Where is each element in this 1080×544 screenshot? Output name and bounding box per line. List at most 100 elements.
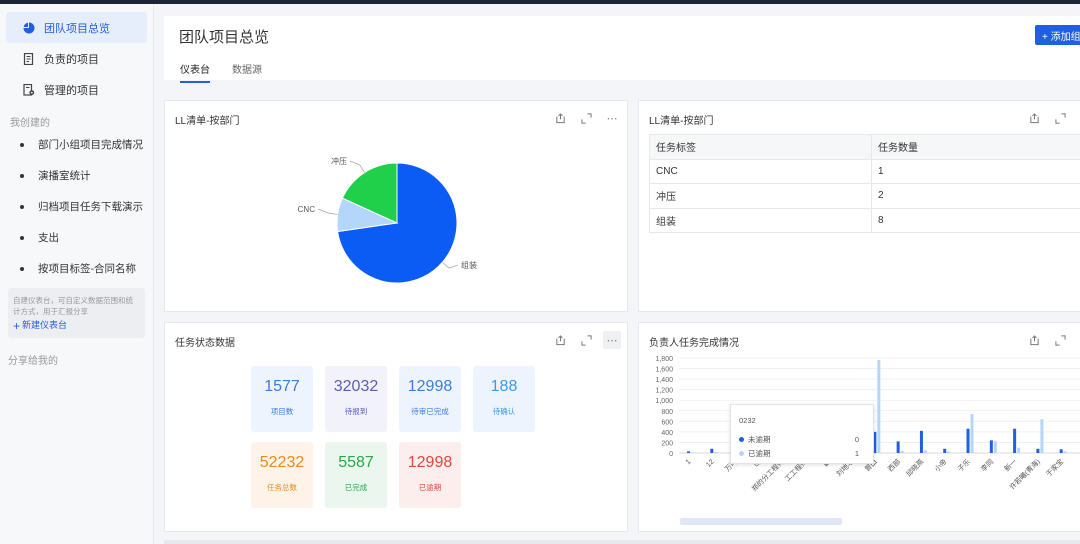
sidebar-item-managed-projects[interactable]: 管理的项目	[6, 74, 147, 105]
sidebar-dashboard-item[interactable]: 按项目标签-合同名称	[0, 253, 153, 284]
chart-scrollbar[interactable]	[680, 518, 842, 525]
status-tile[interactable]: 1577 项目数	[251, 366, 313, 432]
bar-overdue[interactable]	[970, 413, 974, 453]
fullscreen-icon[interactable]	[1051, 331, 1069, 349]
bar-overdue[interactable]	[900, 450, 904, 453]
fullscreen-icon[interactable]	[1051, 109, 1069, 127]
bullet-icon	[20, 266, 24, 271]
export-icon[interactable]	[1025, 331, 1043, 349]
bar-not-overdue[interactable]	[919, 430, 923, 453]
tooltip-row: 已逾期 1	[739, 448, 859, 459]
status-tile[interactable]: 12998 待审已完成	[399, 366, 461, 432]
page-header: 团队项目总览 仪表台 数据源 + 添加组件	[164, 16, 1080, 83]
export-icon[interactable]	[551, 331, 569, 349]
y-tick-label: 1,800	[655, 356, 673, 363]
x-tick-label: 西部	[886, 457, 902, 473]
tooltip-row-value: 0	[854, 435, 859, 444]
bar-not-overdue[interactable]	[1036, 448, 1040, 453]
x-tick-label: 于家宝	[1044, 457, 1065, 478]
column-header-tag[interactable]: 任务标签	[649, 134, 872, 160]
export-icon[interactable]	[1025, 109, 1043, 127]
sidebar-item-team-overview[interactable]: 团队项目总览	[6, 12, 147, 43]
tile-value: 1577	[264, 378, 300, 395]
bullet-icon	[20, 204, 24, 209]
tab-bar: 仪表台 数据源	[180, 61, 284, 83]
legend-swatch	[739, 437, 744, 442]
more-icon[interactable]: ⋯	[603, 331, 621, 349]
bar-not-overdue[interactable]	[1059, 449, 1063, 453]
card-toolbar	[1025, 109, 1069, 127]
bar-overdue[interactable]	[1017, 447, 1021, 453]
y-tick-label: 800	[661, 409, 673, 416]
status-tile[interactable]: 5587 已完成	[325, 442, 387, 508]
tile-value: 12998	[407, 454, 453, 471]
bar-overdue[interactable]	[947, 451, 951, 453]
bar-overdue[interactable]	[1040, 419, 1044, 453]
table-row: CNC 1	[649, 158, 1080, 184]
table-card: LL清单-按部门 任务标签 任务数量 CNC 1 冲压 2 组装 8	[638, 100, 1080, 312]
column-header-count[interactable]: 任务数量	[871, 134, 1080, 160]
cell-tag: 冲压	[649, 183, 872, 209]
add-widget-button[interactable]: + 添加组件	[1035, 25, 1080, 45]
tile-label: 待报到	[344, 407, 368, 416]
bar-not-overdue[interactable]	[1013, 428, 1017, 453]
bar-not-overdue[interactable]	[989, 440, 993, 453]
tooltip-row: 未逾期 0	[739, 434, 859, 445]
new-dashboard-label: 新建仪表台	[22, 320, 68, 330]
tab-datasource[interactable]: 数据源	[232, 61, 262, 83]
bar-not-overdue[interactable]	[943, 448, 947, 453]
bar-not-overdue[interactable]	[710, 448, 714, 453]
task-status-card: 任务状态数据 ⋯ 1577 项目数 32032 待报到 12998 待审已完成 188 待确认…	[164, 322, 628, 532]
bar-overdue[interactable]	[691, 452, 694, 453]
bullet-icon	[20, 235, 24, 240]
status-tile[interactable]: 188 待确认	[473, 366, 535, 432]
tab-dashboard[interactable]: 仪表台	[180, 61, 210, 83]
y-tick-label: 1,600	[655, 367, 673, 374]
tile-value: 5587	[338, 454, 374, 471]
tile-label: 待审已完成	[411, 407, 449, 416]
pie-label-leader	[317, 208, 338, 215]
pie-chart-card: LL清单-按部门 ⋯ 组装 CNC 冲压	[164, 100, 628, 312]
chart-tooltip: 0232 未逾期 0 已逾期 1	[730, 404, 874, 464]
sidebar-item-label: 负责的项目	[44, 53, 99, 66]
cell-count: 8	[871, 207, 1080, 233]
document-list-icon	[22, 52, 36, 66]
y-tick-label: 1,000	[655, 398, 673, 405]
new-dashboard-link[interactable]: + 新建仪表台	[13, 318, 140, 333]
x-tick-label: 12	[705, 458, 716, 469]
bar-not-overdue[interactable]	[966, 428, 970, 453]
bar-overdue[interactable]	[923, 450, 927, 453]
sidebar-dashboard-item[interactable]: 部门小组项目完成情况	[0, 129, 153, 160]
bar-not-overdue[interactable]	[896, 441, 900, 453]
sidebar-item-my-projects[interactable]: 负责的项目	[6, 43, 147, 74]
sidebar-item-label: 团队项目总览	[44, 22, 110, 35]
x-tick-label: 1	[685, 458, 693, 466]
bar-overdue[interactable]	[1063, 451, 1067, 453]
card-title: LL清单-按部门	[649, 116, 714, 127]
bar-overdue[interactable]	[714, 451, 718, 453]
tooltip-row-name: 已逾期	[748, 449, 771, 458]
cell-tag: CNC	[649, 158, 872, 184]
window-top-bar	[0, 0, 1080, 4]
status-tile[interactable]: 52232 任务总数	[251, 442, 313, 508]
status-tile[interactable]: 12998 已逾期	[399, 442, 461, 508]
y-tick-label: 200	[661, 440, 673, 447]
tile-label: 已完成	[344, 483, 368, 492]
sidebar-dashboard-item[interactable]: 归档项目任务下载演示	[0, 191, 153, 222]
status-tile[interactable]: 32032 待报到	[325, 366, 387, 432]
tile-label: 待确认	[492, 407, 516, 416]
plus-icon: +	[13, 318, 21, 333]
sidebar: 团队项目总览 负责的项目 管理的项目 我创建的 部门小组项目完成情况 演播室统计归…	[0, 4, 154, 544]
cell-count: 2	[871, 183, 1080, 209]
sidebar-dashboard-item[interactable]: 支出	[0, 222, 153, 253]
sidebar-dashboard-item[interactable]: 演播室统计	[0, 160, 153, 191]
x-tick-label: 新一	[1002, 457, 1018, 473]
bar-not-overdue[interactable]	[687, 451, 690, 453]
bar-overdue[interactable]	[877, 360, 881, 453]
info-text: 自建仪表台，可自定义数据范围和统计方式，用于汇报分享	[13, 296, 133, 316]
task-tag-table: 任务标签 任务数量 CNC 1 冲压 2 组装 8	[649, 134, 1080, 233]
bar-overdue[interactable]	[993, 441, 997, 453]
fullscreen-icon[interactable]	[577, 331, 595, 349]
pie-chart: 组装 CNC 冲压	[298, 156, 477, 284]
cell-tag: 组装	[649, 207, 872, 233]
